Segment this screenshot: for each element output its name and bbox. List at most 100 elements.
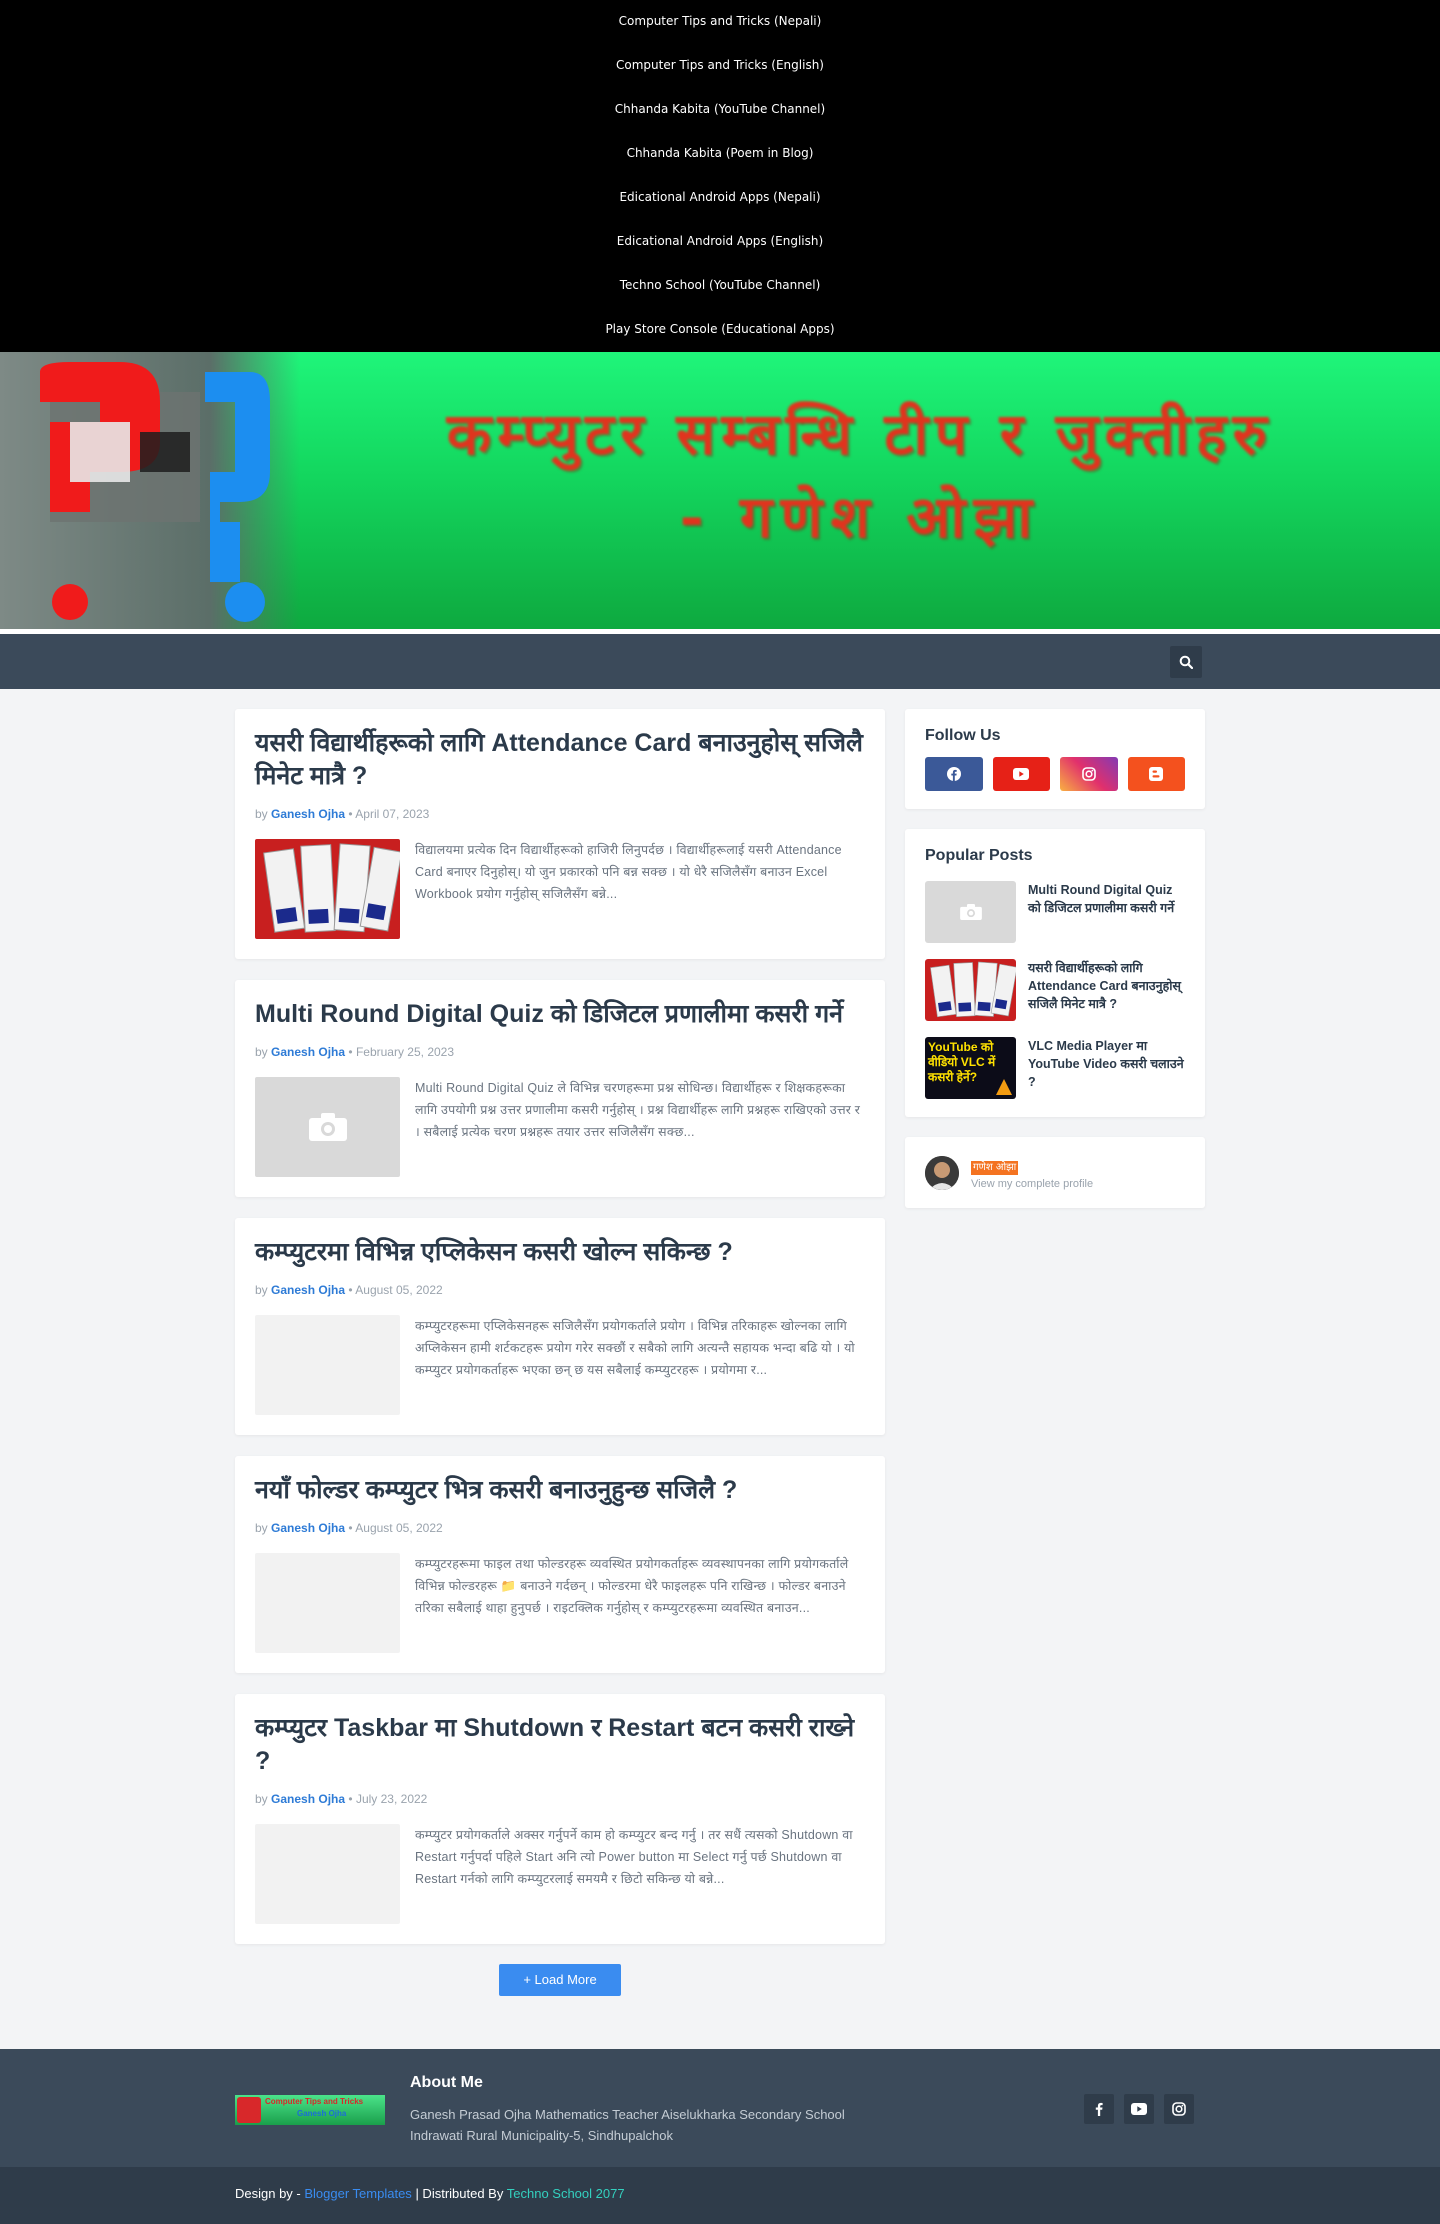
post-excerpt: कम्प्युटर प्रयोगकर्ताले अक्सर गर्नुपर्ने… — [415, 1828, 853, 1886]
popular-post-title[interactable]: Multi Round Digital Quiz को डिजिटल प्रणा… — [1028, 881, 1185, 943]
design-by-label: Design by - — [235, 2186, 301, 2201]
post-excerpt: Multi Round Digital Quiz ले विभिन्न चरणह… — [415, 1081, 861, 1139]
attendance-card-image — [255, 839, 400, 939]
avatar-image — [925, 1155, 959, 1190]
post-thumbnail[interactable] — [255, 1077, 400, 1177]
post-list: यसरी विद्यार्थीहरूको लागि Attendance Car… — [235, 709, 885, 1996]
social-buttons — [925, 757, 1185, 791]
post-thumbnail[interactable] — [255, 1553, 400, 1653]
load-more-label: Load More — [534, 1972, 597, 1987]
meta-separator: • — [348, 1045, 353, 1059]
top-link-computer-tips-english[interactable]: Computer Tips and Tricks (English) — [0, 49, 1440, 93]
meta-separator: • — [348, 807, 353, 821]
post-thumbnail[interactable] — [255, 1824, 400, 1924]
meta-separator: • — [348, 1283, 353, 1297]
post-author[interactable]: Ganesh Ojha — [271, 1521, 345, 1535]
post-body: विद्यालयमा प्रत्येक दिन विद्यार्थीहरूको … — [255, 839, 865, 939]
popular-post-item[interactable]: YouTube को वीडियो VLC में कसरी हेर्ने? V… — [925, 1037, 1185, 1099]
post-body: कम्प्युटरहरूमा फाइल तथा फोल्डरहरू व्यवस्… — [255, 1553, 865, 1653]
post-author[interactable]: Ganesh Ojha — [271, 1792, 345, 1806]
blogger-icon — [1149, 767, 1164, 781]
popular-post-item[interactable]: Multi Round Digital Quiz को डिजिटल प्रणा… — [925, 881, 1185, 943]
popular-post-item[interactable]: यसरी विद्यार्थीहरूको लागि Attendance Car… — [925, 959, 1185, 1021]
popular-post-thumbnail[interactable]: YouTube को वीडियो VLC में कसरी हेर्ने? — [925, 1037, 1016, 1099]
techno-school-link[interactable]: Techno School 2077 — [507, 2186, 625, 2201]
post-author[interactable]: Ganesh Ojha — [271, 1045, 345, 1059]
top-link-android-apps-english[interactable]: Edicational Android Apps (English) — [0, 225, 1440, 269]
attendance-card-image — [925, 959, 1016, 1021]
post-excerpt: कम्प्युटरहरूमा एप्लिकेसनहरू सजिलैसँग प्र… — [415, 1319, 855, 1377]
main-navbar — [0, 634, 1440, 689]
post-by-label: by — [255, 1521, 268, 1535]
post-title[interactable]: कम्प्युटर Taskbar मा Shutdown र Restart … — [255, 1712, 865, 1778]
post-date: February 25, 2023 — [355, 1045, 455, 1059]
post-excerpt: विद्यालयमा प्रत्येक दिन विद्यार्थीहरूको … — [415, 843, 842, 901]
top-link-techno-school[interactable]: Techno School (YouTube Channel) — [0, 269, 1440, 313]
load-more-wrapper: + Load More — [235, 1964, 885, 1996]
post-date: August 05, 2022 — [355, 1521, 443, 1535]
post-author[interactable]: Ganesh Ojha — [271, 1283, 345, 1297]
view-profile-link[interactable]: View my complete profile — [971, 1178, 1093, 1190]
footer-logo-text-2: Ganesh Ojha — [297, 2109, 347, 2118]
post-body: कम्प्युटरहरूमा एप्लिकेसनहरू सजिलैसँग प्र… — [255, 1315, 865, 1415]
post-author[interactable]: Ganesh Ojha — [271, 807, 345, 821]
profile-widget: गणेश ओझा View my complete profile — [905, 1137, 1205, 1208]
popular-post-title[interactable]: VLC Media Player मा YouTube Video कसरी च… — [1028, 1037, 1185, 1099]
facebook-button[interactable] — [925, 757, 983, 791]
facebook-icon — [1095, 2102, 1103, 2116]
post-thumbnail[interactable] — [255, 1315, 400, 1415]
top-link-chhanda-kabita-blog[interactable]: Chhanda Kabita (Poem in Blog) — [0, 137, 1440, 181]
post-title[interactable]: Multi Round Digital Quiz को डिजिटल प्रणा… — [255, 998, 865, 1031]
post-by-label: by — [255, 1283, 268, 1297]
youtube-icon — [1131, 2103, 1147, 2115]
avatar[interactable] — [925, 1155, 959, 1190]
popular-post-thumbnail[interactable] — [925, 959, 1016, 1021]
post-meta: by Ganesh Ojha • August 05, 2022 — [255, 1521, 865, 1535]
meta-separator: • — [348, 1792, 353, 1806]
header-banner[interactable]: कम्प्युटर सम्बन्धि टीप र जुक्तीहरु - गणे… — [0, 352, 1440, 629]
post-title[interactable]: नयाँ फोल्डर कम्प्युटर भित्र कसरी बनाउनुह… — [255, 1474, 865, 1507]
footer-logo[interactable]: Computer Tips and Tricks Ganesh Ojha — [235, 2095, 385, 2125]
popular-posts-title: Popular Posts — [925, 847, 1033, 864]
post-meta: by Ganesh Ojha • August 05, 2022 — [255, 1283, 865, 1297]
post-date: April 07, 2023 — [355, 807, 430, 821]
top-link-android-apps-nepali[interactable]: Edicational Android Apps (Nepali) — [0, 181, 1440, 225]
profile-row: गणेश ओझा View my complete profile — [925, 1155, 1185, 1190]
footer-facebook-button[interactable] — [1084, 2094, 1114, 2124]
post-body: Multi Round Digital Quiz ले विभिन्न चरणह… — [255, 1077, 865, 1177]
site-logo-icon — [40, 362, 270, 622]
youtube-button[interactable] — [992, 757, 1050, 791]
post-card: कम्प्युटर Taskbar मा Shutdown र Restart … — [235, 1694, 885, 1944]
instagram-icon — [1172, 2102, 1186, 2116]
top-link-play-store-console[interactable]: Play Store Console (Educational Apps) — [0, 313, 1440, 357]
post-card: Multi Round Digital Quiz को डिजिटल प्रणा… — [235, 980, 885, 1197]
popular-posts-widget: Popular Posts Multi Round Digital Quiz क… — [905, 829, 1205, 1117]
popular-post-title[interactable]: यसरी विद्यार्थीहरूको लागि Attendance Car… — [1028, 959, 1185, 1021]
post-by-label: by — [255, 1792, 268, 1806]
blogger-templates-link[interactable]: Blogger Templates — [304, 2186, 411, 2201]
footer-logo-mark-icon — [237, 2097, 261, 2123]
meta-separator: • — [348, 1521, 353, 1535]
load-more-button[interactable]: + Load More — [499, 1964, 621, 1996]
popular-post-thumbnail[interactable] — [925, 881, 1016, 943]
top-link-computer-tips-nepali[interactable]: Computer Tips and Tricks (Nepali) — [0, 5, 1440, 49]
top-link-chhanda-kabita-youtube[interactable]: Chhanda Kabita (YouTube Channel) — [0, 93, 1440, 137]
top-link-list: Computer Tips and Tricks (Nepali) Comput… — [0, 0, 1440, 352]
banner-title-line-1: कम्प्युटर सम्बन्धि टीप र जुक्तीहरु — [446, 400, 1274, 468]
blogger-button[interactable] — [1127, 757, 1185, 791]
instagram-button[interactable] — [1060, 757, 1118, 791]
footer-youtube-button[interactable] — [1124, 2094, 1154, 2124]
profile-name[interactable]: गणेश ओझा — [971, 1161, 1019, 1175]
post-title[interactable]: कम्प्युटरमा विभिन्न एप्लिकेसन कसरी खोल्न… — [255, 1236, 865, 1269]
search-button[interactable] — [1170, 646, 1202, 678]
footer-instagram-button[interactable] — [1164, 2094, 1194, 2124]
post-card: नयाँ फोल्डर कम्प्युटर भित्र कसरी बनाउनुह… — [235, 1456, 885, 1673]
post-title[interactable]: यसरी विद्यार्थीहरूको लागि Attendance Car… — [255, 727, 865, 793]
post-date: August 05, 2022 — [355, 1283, 443, 1297]
post-thumbnail[interactable] — [255, 839, 400, 939]
instagram-icon — [1081, 767, 1096, 781]
post-card: यसरी विद्यार्थीहरूको लागि Attendance Car… — [235, 709, 885, 959]
copyright-bar: Design by - Blogger Templates | Distribu… — [0, 2167, 1440, 2224]
vlc-cone-icon — [996, 1079, 1012, 1095]
copyright-text: Design by - Blogger Templates | Distribu… — [235, 2186, 625, 2201]
